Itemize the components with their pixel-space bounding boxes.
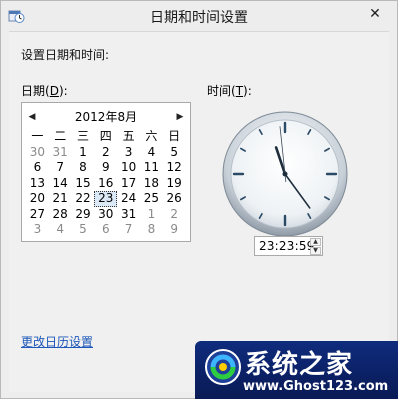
next-month-button[interactable]: ▶	[173, 109, 187, 125]
analog-clock	[222, 111, 348, 237]
calendar-day[interactable]: 3	[117, 145, 140, 161]
calendar-day[interactable]: 7	[117, 222, 140, 238]
date-label-prefix: 日期(	[21, 84, 50, 98]
calendar-day[interactable]: 7	[49, 160, 72, 176]
calendar-day[interactable]: 5	[72, 222, 95, 238]
calendar-grid: 一二三四五六日 30 31 1 2 3 4 5 6 7 8 9 10 11 12 13 14 15 16 17 18 19…	[26, 129, 186, 238]
time-decrement-button[interactable]: ▼	[310, 247, 321, 255]
weekday-header-row: 一二三四五六日	[26, 129, 186, 145]
weekday-label: 五	[122, 129, 135, 143]
calendar-day[interactable]: 28	[49, 207, 72, 223]
calendar-day[interactable]: 2	[163, 207, 186, 223]
calendar-day[interactable]: 2	[94, 145, 117, 161]
calendar-week-row: 6 7 8 9 10 11 12	[26, 160, 186, 176]
calendar-week-row: 3456789	[26, 222, 186, 238]
calendar-week-row: 27 28 29 30 31 1 2	[26, 207, 186, 223]
calendar-day[interactable]: 24	[117, 191, 140, 207]
chevron-left-icon: ◀	[28, 112, 36, 122]
calendar-day[interactable]: 12	[163, 160, 186, 176]
calendar-day[interactable]: 14	[49, 176, 72, 192]
chevron-right-icon: ▶	[176, 112, 184, 122]
weekday-label: 六	[145, 129, 158, 143]
calendar-week-row: 13 14 15 16 17 18 19	[26, 176, 186, 192]
calendar-day[interactable]: 9	[163, 222, 186, 238]
weekday-label: 四	[99, 129, 112, 143]
date-label-suffix: ):	[58, 84, 68, 98]
time-label-prefix: 时间(	[207, 84, 236, 98]
time-increment-button[interactable]: ▲	[310, 238, 321, 246]
calendar-day[interactable]: 23	[94, 191, 118, 207]
calendar-week-row: 20 21 22 23 24 25 26	[26, 191, 186, 207]
calendar-day[interactable]: 22	[72, 191, 95, 207]
panel-heading: 设置日期和时间:	[21, 48, 110, 62]
calendar-day[interactable]: 4	[49, 222, 72, 238]
calendar-day[interactable]: 26	[163, 191, 186, 207]
calendar-week-row: 30 31 1 2 3 4 5	[26, 145, 186, 161]
month-calendar[interactable]: ◀ 2012年8月 ▶ 一二三四五六日 30 31 1 2 3 4 5 6 7 8 9 10 11 12 13…	[21, 102, 191, 242]
time-input[interactable]: 23:23:59	[259, 239, 315, 253]
chevron-up-icon: ▲	[313, 238, 318, 245]
calendar-day[interactable]: 6	[26, 160, 49, 176]
calendar-day[interactable]: 27	[26, 207, 49, 223]
calendar-day[interactable]: 8	[72, 160, 95, 176]
previous-month-button[interactable]: ◀	[25, 109, 39, 125]
date-label: 日期(D):	[21, 82, 68, 99]
calendar-day[interactable]: 30	[94, 207, 117, 223]
calendar-day[interactable]: 31	[49, 145, 72, 161]
calendar-day[interactable]: 18	[140, 176, 163, 192]
calendar-day[interactable]: 19	[163, 176, 186, 192]
calendar-day[interactable]: 31	[117, 207, 140, 223]
calendar-day[interactable]: 10	[117, 160, 140, 176]
calendar-header: ◀ 2012年8月 ▶	[22, 109, 190, 125]
settings-panel: 设置日期和时间: 日期(D): 时间(T): ◀ 2012年8月 ▶ 一二三四五…	[9, 31, 389, 392]
time-label-suffix: ):	[243, 84, 252, 98]
calendar-day[interactable]: 30	[26, 145, 49, 161]
time-label: 时间(T):	[207, 82, 252, 99]
weekday-label: 三	[76, 129, 89, 143]
chevron-down-icon: ▼	[313, 247, 318, 254]
weekday-label: 一	[31, 129, 44, 143]
calendar-day[interactable]: 9	[94, 160, 117, 176]
calendar-day[interactable]: 3	[26, 222, 49, 238]
title-bar[interactable]: 日期和时间设置 ✕	[1, 1, 397, 31]
date-label-accesskey: D	[49, 84, 59, 98]
calendar-day[interactable]: 6	[94, 222, 117, 238]
watermark-url: www.Ghost123.com	[243, 379, 389, 394]
calendar-day[interactable]: 15	[72, 176, 95, 192]
weekday-label: 二	[54, 129, 67, 143]
calendar-day[interactable]: 8	[140, 222, 163, 238]
calendar-day[interactable]: 4	[140, 145, 163, 161]
calendar-day[interactable]: 21	[49, 191, 72, 207]
weekday-label: 日	[168, 129, 181, 143]
calendar-day[interactable]: 20	[26, 191, 49, 207]
change-calendar-settings-link[interactable]: 更改日历设置	[21, 333, 93, 350]
watermark-logo: 系统之家 www.Ghost123.com	[195, 341, 398, 399]
time-spinner[interactable]: 23:23:59 ▲ ▼	[254, 236, 323, 256]
calendar-day[interactable]: 5	[163, 145, 186, 161]
calendar-day[interactable]: 1	[140, 207, 163, 223]
window-title: 日期和时间设置	[150, 10, 248, 26]
date-time-settings-window: 日期和时间设置 ✕ 设置日期和时间: 日期(D): 时间(T): ◀ 2012年…	[0, 0, 398, 399]
calendar-day[interactable]: 17	[117, 176, 140, 192]
calendar-day[interactable]: 13	[26, 176, 49, 192]
calendar-day[interactable]: 1	[72, 145, 95, 161]
calendar-month-title[interactable]: 2012年8月	[42, 109, 170, 125]
calendar-day[interactable]: 11	[140, 160, 163, 176]
close-button[interactable]: ✕	[361, 3, 389, 25]
time-label-accesskey: T	[235, 84, 244, 98]
watermark-title: 系统之家	[245, 350, 354, 380]
calendar-day[interactable]: 16	[94, 176, 117, 192]
close-icon: ✕	[369, 6, 381, 22]
swirl-logo-icon	[205, 349, 241, 385]
calendar-day[interactable]: 29	[72, 207, 95, 223]
calendar-day[interactable]: 25	[140, 191, 163, 207]
clock-center-pin	[282, 171, 288, 177]
